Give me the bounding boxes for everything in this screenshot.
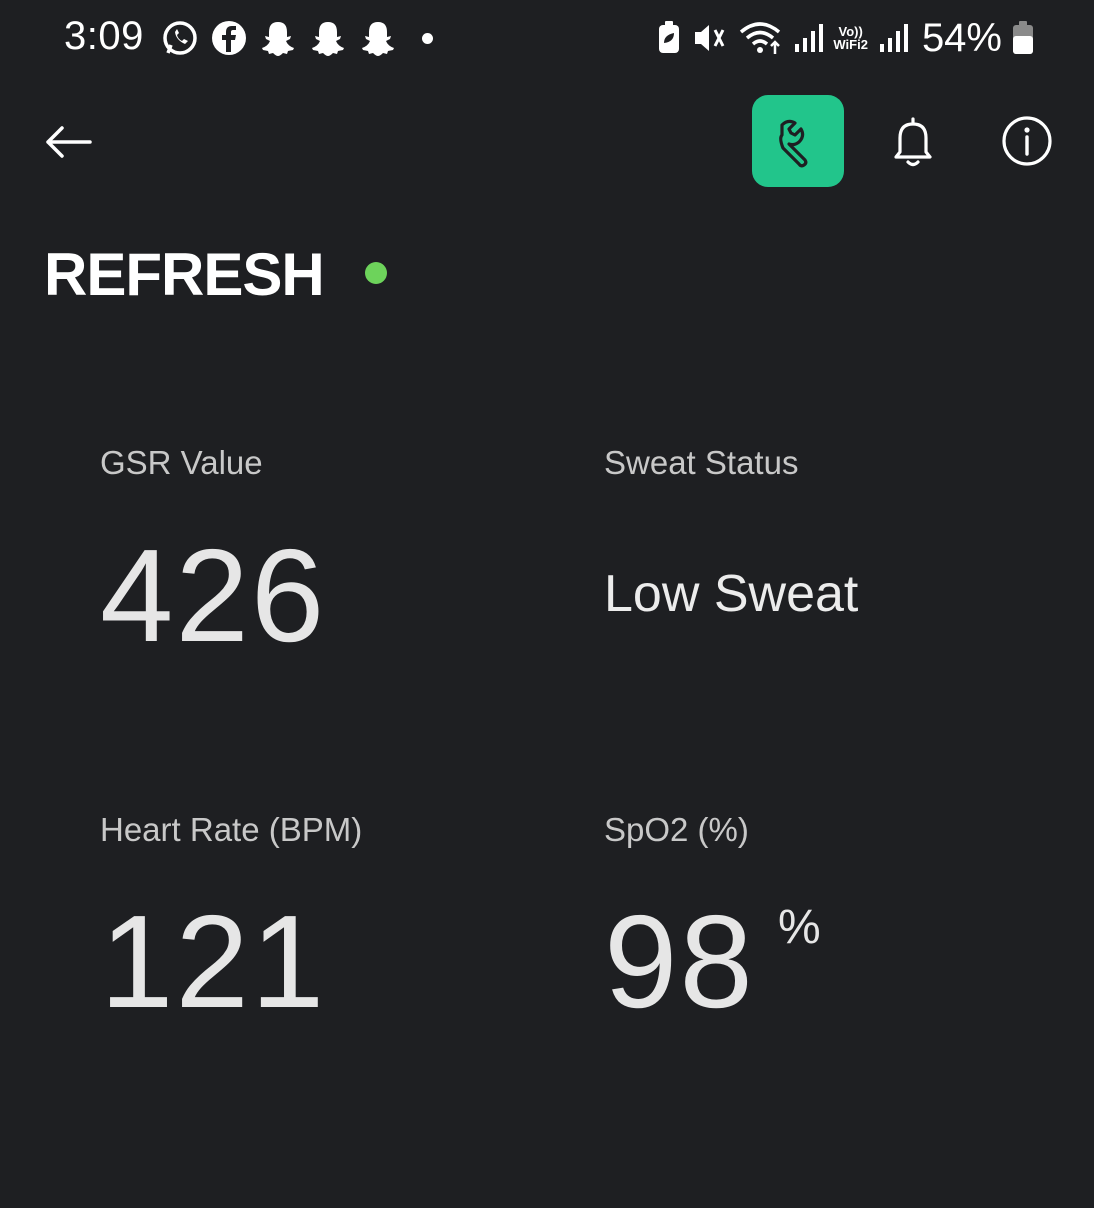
system-status-icons: Vo)) WiFi2 54% — [657, 16, 1034, 60]
notifications-button[interactable] — [882, 110, 944, 172]
signal-icon — [878, 22, 908, 54]
arrow-left-icon — [46, 126, 92, 158]
notification-icons — [160, 18, 433, 58]
vowifi-icon: Vo)) WiFi2 — [833, 25, 868, 51]
status-time: 3:09 — [64, 14, 144, 58]
battery-percent: 54% — [921, 15, 1002, 60]
heart-rate-label: Heart Rate (BPM) — [100, 811, 363, 848]
info-icon — [1002, 116, 1052, 166]
signal-icon — [793, 22, 824, 54]
app-screen: 3:09 Vo)) WiFi2 54% REFRESH GSR Value 42… — [0, 0, 1094, 1208]
wrench-icon — [779, 119, 808, 168]
facebook-icon — [210, 19, 248, 57]
heart-rate-value: 121 — [100, 888, 327, 1035]
connection-status-dot — [365, 262, 387, 284]
wifi-icon — [737, 20, 783, 56]
whatsapp-icon — [160, 18, 200, 58]
spo2-unit: % — [778, 901, 821, 954]
tools-button[interactable] — [752, 95, 844, 187]
gsr-label: GSR Value — [100, 444, 263, 481]
vowifi-bottom-label: WiFi2 — [833, 37, 868, 52]
snapchat-icon — [308, 19, 348, 57]
notification-dot-icon — [422, 32, 433, 44]
battery-icon — [1012, 21, 1034, 55]
battery-saver-icon — [657, 21, 681, 55]
refresh-title[interactable]: REFRESH — [44, 240, 325, 309]
spo2-value: 98 — [604, 888, 755, 1035]
sweat-status-label: Sweat Status — [604, 444, 799, 481]
sweat-status-value: Low Sweat — [604, 565, 859, 623]
snapchat-icon — [358, 19, 398, 57]
status-bar: 3:09 Vo)) WiFi2 54% — [0, 0, 1094, 76]
snapchat-icon — [258, 19, 298, 57]
vibrate-icon — [691, 20, 727, 56]
gsr-value: 426 — [100, 522, 327, 669]
bell-icon — [894, 117, 932, 167]
info-button[interactable] — [996, 110, 1058, 172]
spo2-label: SpO2 (%) — [604, 811, 749, 848]
back-button[interactable] — [40, 118, 96, 166]
